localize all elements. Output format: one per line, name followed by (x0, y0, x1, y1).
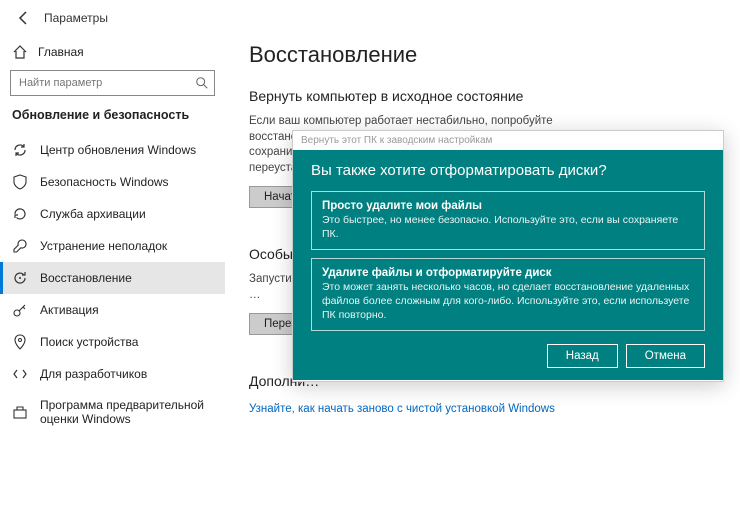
option-title: Удалите файлы и отформатируйте диск (322, 267, 694, 279)
backup-icon (12, 206, 28, 222)
location-icon (12, 334, 28, 350)
sidebar-item-recovery[interactable]: Восстановление (0, 262, 225, 294)
dialog-body: Вы также хотите отформатировать диски? П… (293, 150, 723, 380)
option-title: Просто удалите мои файлы (322, 200, 694, 212)
sidebar-item-security[interactable]: Безопасность Windows (0, 166, 225, 198)
sidebar: Главная Обновление и безопасность Центр … (0, 36, 225, 520)
search-field[interactable] (10, 70, 215, 96)
insider-icon (12, 404, 28, 420)
sidebar-item-label: Поиск устройства (40, 335, 138, 349)
recovery-icon (12, 270, 28, 286)
sidebar-item-label: Центр обновления Windows (40, 143, 196, 157)
home-icon (12, 44, 28, 60)
search-input[interactable] (10, 70, 215, 96)
sidebar-home[interactable]: Главная (0, 36, 225, 70)
sidebar-item-label: Активация (40, 303, 99, 317)
sidebar-item-label: Устранение неполадок (40, 239, 167, 253)
sidebar-item-label: Программа предварительной оценки Windows (40, 398, 213, 427)
sidebar-item-developers[interactable]: Для разработчиков (0, 358, 225, 390)
titlebar: Параметры (0, 0, 740, 36)
dialog-frame-title: Вернуть этот ПК к заводским настройкам (293, 131, 723, 150)
page-title: Восстановление (249, 42, 716, 68)
shield-icon (12, 174, 28, 190)
sidebar-home-label: Главная (38, 45, 84, 59)
reset-heading: Вернуть компьютер в исходное состояние (249, 88, 716, 104)
sidebar-section-header: Обновление и безопасность (0, 108, 225, 134)
sidebar-item-label: Восстановление (40, 271, 132, 285)
sidebar-item-update[interactable]: Центр обновления Windows (0, 134, 225, 166)
code-icon (12, 366, 28, 382)
key-icon (12, 302, 28, 318)
sync-icon (12, 142, 28, 158)
reset-dialog: Вернуть этот ПК к заводским настройкам В… (292, 130, 724, 382)
arrow-left-icon (16, 10, 32, 26)
window-title: Параметры (44, 11, 108, 25)
option-desc: Это может занять несколько часов, но сде… (322, 281, 694, 322)
sidebar-item-label: Безопасность Windows (40, 175, 169, 189)
search-icon (195, 76, 209, 90)
wrench-icon (12, 238, 28, 254)
sidebar-item-backup[interactable]: Служба архивации (0, 198, 225, 230)
sidebar-item-label: Для разработчиков (40, 367, 147, 381)
dialog-back-button[interactable]: Назад (547, 344, 618, 368)
option-remove-and-format[interactable]: Удалите файлы и отформатируйте диск Это … (311, 258, 705, 331)
dialog-heading: Вы также хотите отформатировать диски? (311, 162, 705, 179)
back-button[interactable] (12, 6, 36, 30)
sidebar-item-activation[interactable]: Активация (0, 294, 225, 326)
sidebar-item-find-device[interactable]: Поиск устройства (0, 326, 225, 358)
option-just-remove-files[interactable]: Просто удалите мои файлы Это быстрее, но… (311, 191, 705, 250)
sidebar-item-insider[interactable]: Программа предварительной оценки Windows (0, 390, 225, 435)
sidebar-item-label: Служба архивации (40, 207, 146, 221)
sidebar-item-troubleshoot[interactable]: Устранение неполадок (0, 230, 225, 262)
dialog-cancel-button[interactable]: Отмена (626, 344, 705, 368)
option-desc: Это быстрее, но менее безопасно. Использ… (322, 214, 694, 241)
fresh-start-link[interactable]: Узнайте, как начать заново с чистой уста… (249, 403, 555, 415)
